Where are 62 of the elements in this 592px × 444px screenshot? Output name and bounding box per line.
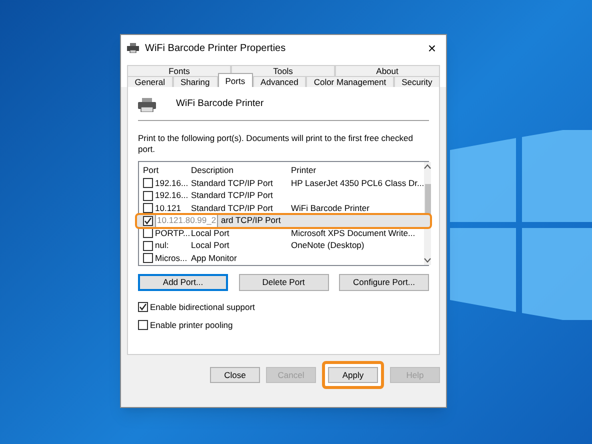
- table-cell: 192.16...: [155, 189, 188, 202]
- checkbox[interactable]: [143, 203, 153, 214]
- table-cell-text: Standard TCP/IP Port: [191, 202, 274, 215]
- scroll-up-icon[interactable]: [424, 164, 432, 169]
- checkbox[interactable]: [143, 190, 153, 201]
- tab[interactable]: Color Management: [306, 76, 394, 87]
- checkbox[interactable]: [143, 228, 153, 238]
- checkbox[interactable]: [143, 253, 153, 264]
- port-row[interactable]: 10.121.80.99_2 ard TCP/IP Port: [137, 214, 430, 227]
- checkbox[interactable]: [138, 320, 148, 330]
- instructions-text: Print to the following port(s). Documents will print to the first free checked port.: [138, 133, 414, 155]
- column-header: Port: [143, 164, 160, 177]
- table-cell-text: OneNote (Desktop): [291, 239, 366, 252]
- column-header: Printer: [291, 164, 318, 177]
- tab[interactable]: About: [334, 65, 440, 76]
- port-row[interactable]: 192.16... Standard TCP/IP Port: [143, 190, 424, 202]
- table-cell: HP LaserJet 4350 PCL6 Class Dr...: [291, 176, 424, 190]
- checkbox[interactable]: [143, 216, 153, 226]
- column-header: Description: [191, 164, 235, 177]
- printer-name: WiFi Barcode Printer: [176, 97, 264, 112]
- table-cell-text: Standard TCP/IP Port: [191, 189, 274, 202]
- port-button[interactable]: Configure Port...: [339, 274, 429, 291]
- tab[interactable]: Advanced: [252, 76, 306, 87]
- port-row[interactable]: nul: Local Port OneNote (Desktop): [143, 240, 424, 252]
- port-button[interactable]: Add Port...: [138, 274, 228, 291]
- table-cell-text: Standard TCP/IP Port: [191, 176, 274, 190]
- port-row[interactable]: 192.16... Standard TCP/IP Port HP LaserJet 4350 PCL6 Class Dr...: [143, 177, 424, 190]
- port-row[interactable]: PORTP...Local Port Microsoft XPS Document Write...: [143, 227, 424, 240]
- table-cell-text: WiFi Barcode Printer: [291, 202, 370, 215]
- table-cell: Micros...: [155, 252, 188, 265]
- table-cell-text: App Monitor: [191, 252, 238, 265]
- table-cell: 10.121.80.99_2: [155, 213, 218, 228]
- table-cell-text: Local Port: [191, 239, 230, 252]
- printer-icon: [138, 98, 156, 112]
- table-cell-text: ard TCP/IP Port: [221, 214, 282, 228]
- table-cell: 192.16...: [155, 176, 188, 190]
- close-button[interactable]: ×: [424, 41, 440, 55]
- tab[interactable]: Tools: [231, 65, 335, 76]
- tab[interactable]: General: [127, 76, 173, 87]
- printer-icon: [127, 43, 139, 53]
- checkbox[interactable]: [138, 302, 148, 312]
- tab[interactable]: Security: [394, 76, 440, 87]
- port-row[interactable]: Micros... App Monitor: [143, 252, 424, 264]
- table-cell: 10.121: [155, 202, 181, 215]
- checkbox[interactable]: [143, 240, 153, 251]
- checkbox[interactable]: [143, 178, 153, 188]
- tab[interactable]: Ports: [218, 73, 253, 87]
- option-checkbox[interactable]: Enable printer pooling: [138, 318, 429, 332]
- port-row[interactable]: 10.121 Standard TCP/IP Port WiFi Barcode Printer: [143, 202, 424, 214]
- port-button[interactable]: Delete Port: [238, 274, 328, 291]
- tab[interactable]: Sharing: [172, 76, 218, 87]
- table-cell-text: Local Port: [191, 226, 230, 240]
- table-cell-text: Microsoft XPS Document Write...: [291, 226, 416, 240]
- window-title: WiFi Barcode Printer Properties: [145, 42, 287, 56]
- table-cell: nul:: [155, 239, 169, 252]
- port-list[interactable]: [138, 161, 429, 266]
- footer-button[interactable]: Close: [210, 367, 260, 383]
- option-checkbox[interactable]: Enable bidirectional support: [138, 301, 429, 314]
- scroll-down-icon[interactable]: [424, 258, 432, 263]
- table-cell: PORTP...: [155, 226, 190, 240]
- tab[interactable]: Fonts: [127, 65, 232, 76]
- footer-button[interactable]: Apply: [328, 367, 378, 383]
